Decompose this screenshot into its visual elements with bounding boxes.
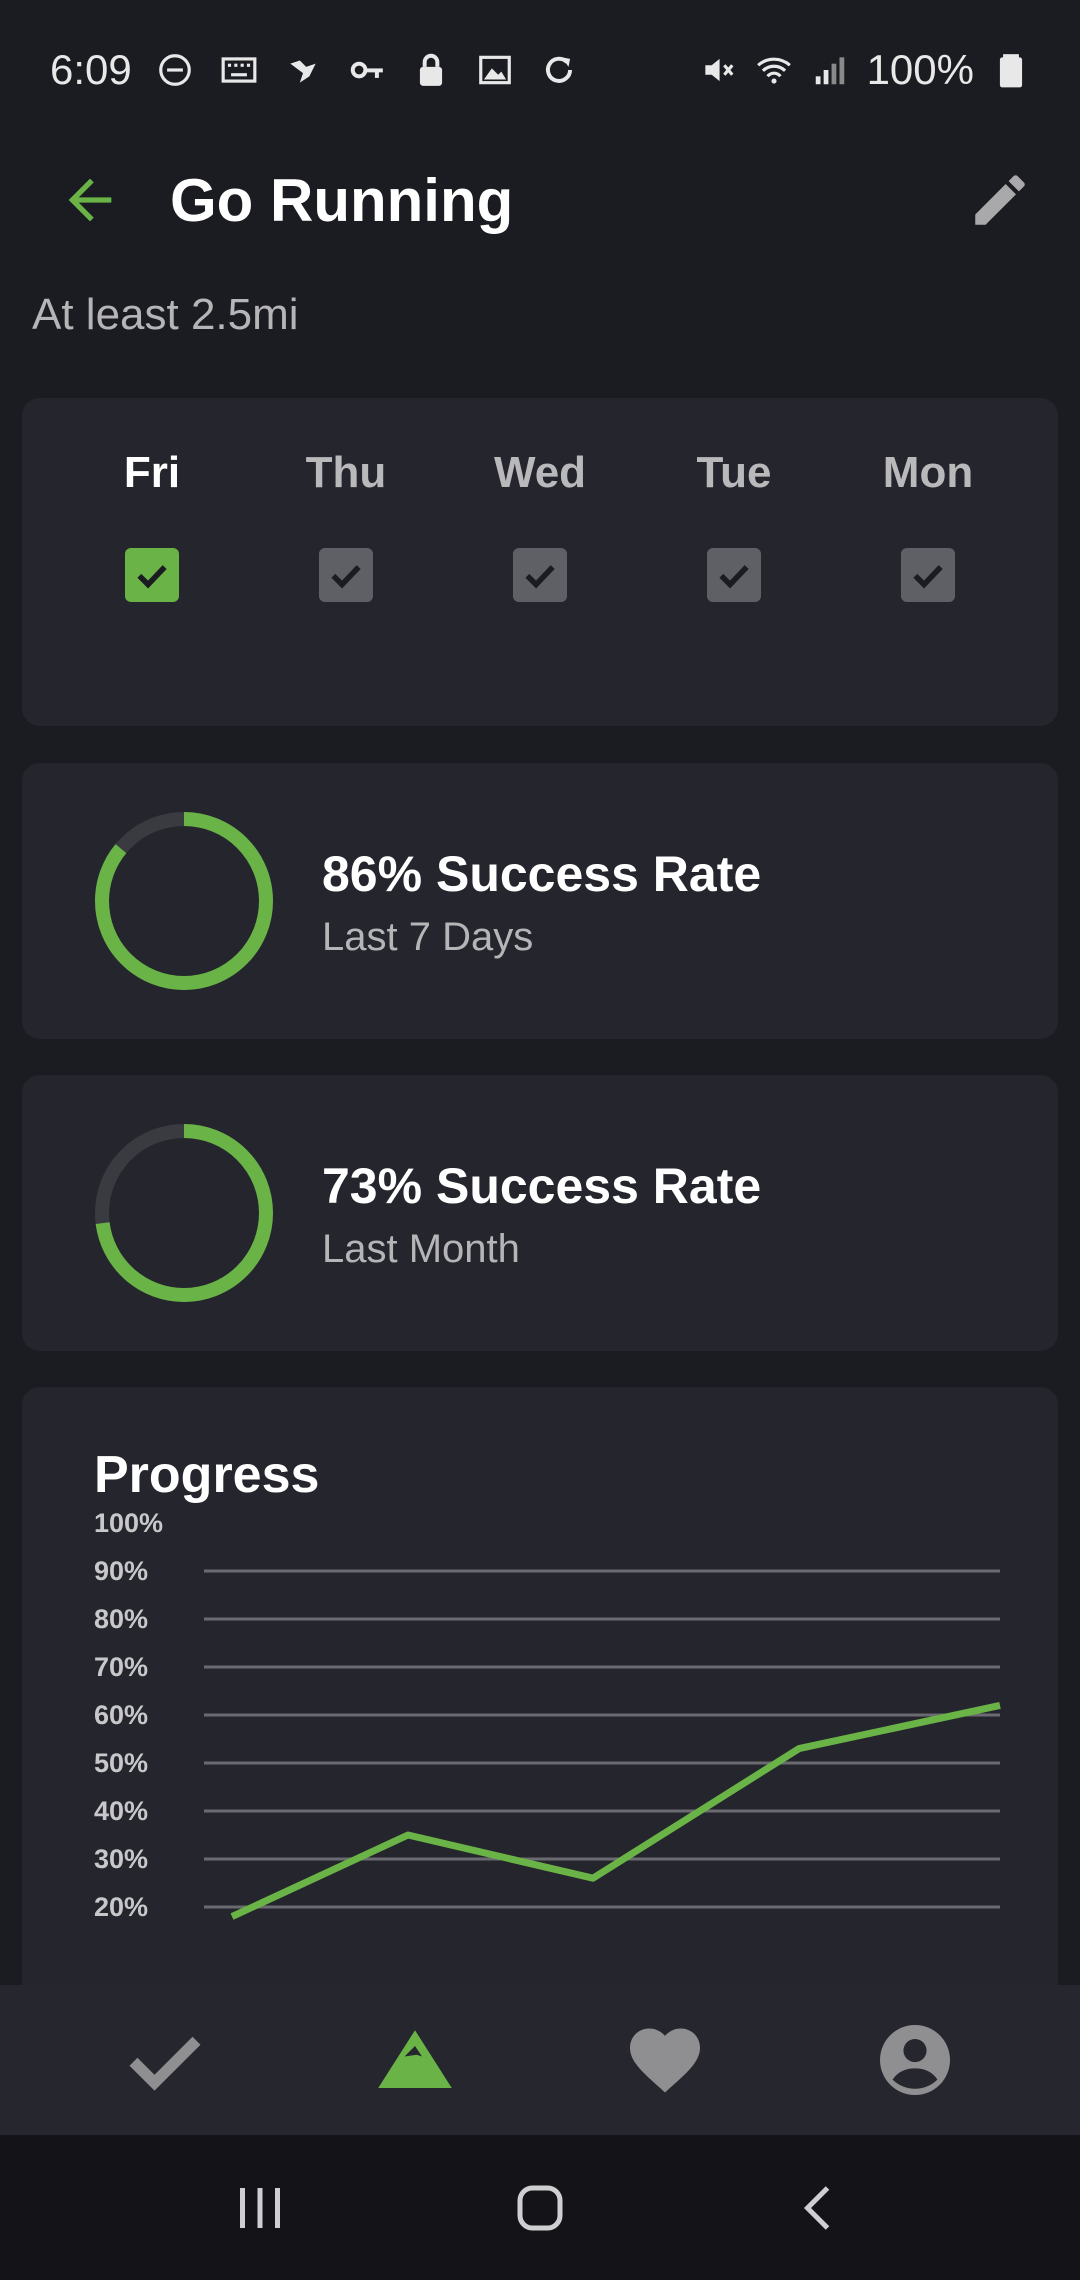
success-rate-card-month: 73% Success Rate Last Month: [22, 1075, 1058, 1351]
mute-icon: [699, 51, 737, 89]
days-row: Fri Thu Wed Tue Mon: [82, 448, 998, 602]
day-column: Thu: [276, 448, 416, 602]
y-tick-label: 20%: [94, 1892, 148, 1922]
day-checkbox[interactable]: [901, 548, 955, 602]
week-history-card: Fri Thu Wed Tue Mon: [22, 398, 1058, 726]
checkmark-icon: [719, 565, 749, 589]
day-column: Tue: [664, 448, 804, 602]
success-rate-title: 86% Success Rate: [322, 846, 762, 902]
nav-goals[interactable]: [335, 2000, 495, 2120]
day-checkbox[interactable]: [513, 548, 567, 602]
day-column: Mon: [858, 448, 998, 602]
bottom-navigation: [0, 1985, 1080, 2135]
edit-pencil-icon[interactable]: [960, 160, 1040, 240]
app-header: Go Running: [0, 150, 1080, 250]
day-checkbox[interactable]: [319, 548, 373, 602]
do-not-disturb-icon: [156, 51, 194, 89]
sync-icon: [540, 51, 578, 89]
day-checkbox[interactable]: [125, 548, 179, 602]
y-tick-label: 50%: [94, 1748, 148, 1778]
image-icon: [476, 51, 514, 89]
nav-favorites[interactable]: [585, 2000, 745, 2120]
status-time: 6:09: [50, 46, 132, 93]
day-checkbox[interactable]: [707, 548, 761, 602]
progress-line-chart: 100% 90% 80% 70% 60% 50% 40% 30% 20%: [94, 1508, 1001, 1922]
battery-percent: 100%: [866, 46, 974, 93]
day-label: Wed: [493, 448, 587, 497]
back-button[interactable]: [760, 2148, 880, 2268]
y-tick-label: 80%: [94, 1604, 148, 1634]
mountain-icon: [378, 2030, 452, 2088]
nav-habits[interactable]: [85, 2000, 245, 2120]
success-ring: [95, 1124, 273, 1302]
y-tick-label: 90%: [94, 1556, 148, 1586]
home-icon: [517, 2185, 563, 2230]
battery-icon: [992, 51, 1030, 89]
day-label: Tue: [696, 448, 772, 497]
system-status-icons: 100%: [699, 46, 1030, 94]
checkmark-icon: [331, 565, 361, 589]
key-icon: [348, 51, 386, 89]
recent-apps-button[interactable]: [200, 2148, 320, 2268]
signal-icon: [811, 51, 849, 89]
notification-icons: [156, 51, 578, 89]
wifi-icon: [755, 51, 793, 89]
status-bar: 6:09 100%: [0, 0, 1080, 140]
success-rate-title: 73% Success Rate: [322, 1158, 762, 1214]
page-title: Go Running: [170, 166, 514, 234]
day-label: Thu: [305, 448, 387, 497]
system-navigation-bar: [0, 2135, 1080, 2280]
success-rate-period: Last 7 Days: [322, 915, 534, 959]
y-tick-label: 70%: [94, 1652, 148, 1682]
y-tick-label: 30%: [94, 1844, 148, 1874]
day-column: Fri: [82, 448, 222, 602]
checkmark-icon: [525, 565, 555, 589]
lock-icon: [412, 51, 450, 89]
progress-chart-card: Progress 100% 90% 80% 70% 60% 50% 40% 30% 20%: [22, 1387, 1058, 2087]
checkmark-icon: [137, 565, 167, 589]
nav-profile[interactable]: [835, 2000, 995, 2120]
habit-goal-text: At least 2.5mi: [32, 290, 299, 339]
y-tick-label: 40%: [94, 1796, 148, 1826]
check-icon: [129, 2036, 201, 2091]
y-tick-label: 100%: [94, 1508, 163, 1538]
back-chevron-icon: [803, 2185, 830, 2230]
success-rate-period: Last Month: [322, 1227, 520, 1271]
day-column: Wed: [470, 448, 610, 602]
recent-apps-icon: [240, 2187, 280, 2228]
home-button[interactable]: [480, 2148, 600, 2268]
checkmark-icon: [913, 565, 943, 589]
day-label: Fri: [123, 448, 181, 497]
day-label: Mon: [882, 448, 974, 497]
success-ring: [95, 812, 273, 990]
back-arrow-icon[interactable]: [55, 165, 125, 235]
success-rate-card-7-days: 86% Success Rate Last 7 Days: [22, 763, 1058, 1039]
keyboard-icon: [220, 51, 258, 89]
y-tick-label: 60%: [94, 1700, 148, 1730]
account-icon: [880, 2025, 950, 2095]
bird-icon: [284, 51, 322, 89]
heart-icon: [630, 2028, 700, 2093]
